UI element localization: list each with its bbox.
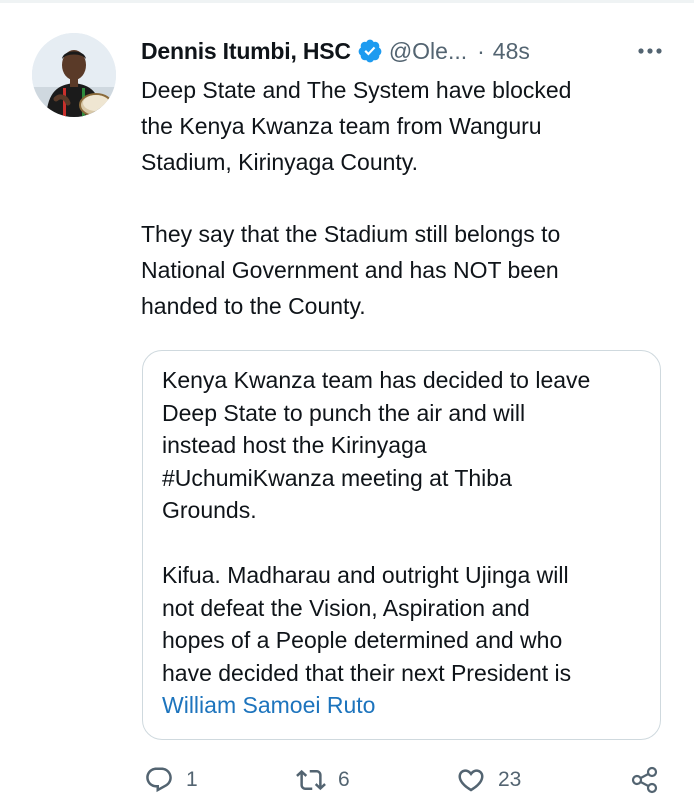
tweet-actions: 1 6 23 (0, 760, 694, 800)
quote-text-line: have decided that their next President i… (162, 659, 572, 686)
share-button[interactable] (630, 760, 660, 800)
tweet-text-line: the Kenya Kwanza team from Wanguru (141, 113, 542, 139)
tweet-text-line: Deep State and The System have blocked (141, 77, 572, 103)
display-name[interactable]: Dennis Itumbi, HSC (141, 38, 351, 65)
top-divider (0, 0, 694, 3)
tweet-text-line: handed to the County. (141, 293, 366, 319)
user-handle[interactable]: @Ole... (389, 38, 467, 65)
avatar-image (32, 33, 116, 117)
tweet-text-line: They say that the Stadium still belongs … (141, 221, 561, 247)
reply-count: 1 (186, 768, 198, 791)
tweet-text: Deep State and The System have blocked t… (141, 72, 671, 324)
timestamp[interactable]: 48s (493, 38, 530, 65)
separator-dot: · (477, 37, 485, 64)
tweet-header: Dennis Itumbi, HSC @Ole... · 48s (141, 34, 530, 68)
quote-text-line: not defeat the Vision, Aspiration and (162, 594, 530, 621)
quote-paragraph: Kifua. Madharau and outright Ujinga will… (162, 559, 590, 722)
quote-text-line: Kifua. Madharau and outright Ujinga will (162, 562, 569, 588)
quote-text-line: #UchumiKwanza meeting at Thiba (162, 464, 512, 491)
quote-text-line: Deep State to punch the air and will (162, 399, 526, 426)
retweet-count: 6 (338, 768, 350, 791)
heart-icon (458, 769, 484, 792)
verified-badge-icon (357, 38, 383, 64)
like-button[interactable]: 23 (456, 760, 521, 800)
tweet-page: Dennis Itumbi, HSC @Ole... · 48s Deep St… (0, 0, 694, 801)
quoted-tweet-text: Kenya Kwanza team has decided to leave D… (162, 364, 590, 722)
quote-text-line: Grounds. (162, 497, 257, 523)
quoted-tweet-card[interactable]: Kenya Kwanza team has decided to leave D… (142, 350, 661, 740)
tweet-text-line: Stadium, Kirinyaga County. (141, 149, 418, 175)
share-icon (631, 766, 658, 794)
reply-button[interactable]: 1 (144, 760, 198, 800)
quote-text-line: Kenya Kwanza team has decided to leave (162, 367, 591, 393)
avatar[interactable] (32, 33, 116, 117)
tweet-paragraph: Deep State and The System have blocked t… (141, 72, 671, 180)
tweet-paragraph: They say that the Stadium still belongs … (141, 216, 671, 324)
reply-icon (146, 767, 172, 793)
quote-text-line: hopes of a People determined and who (162, 627, 563, 653)
quote-paragraph: Kenya Kwanza team has decided to leave D… (162, 364, 590, 527)
tweet-text-line: National Government and has NOT been (141, 257, 559, 283)
mention-link[interactable]: William Samoei Ruto (162, 689, 590, 722)
more-options-icon[interactable] (636, 37, 664, 65)
like-count: 23 (498, 768, 522, 791)
retweet-icon (296, 769, 326, 791)
quote-text-line: instead host the Kirinyaga (162, 432, 427, 458)
retweet-button[interactable]: 6 (296, 760, 350, 800)
